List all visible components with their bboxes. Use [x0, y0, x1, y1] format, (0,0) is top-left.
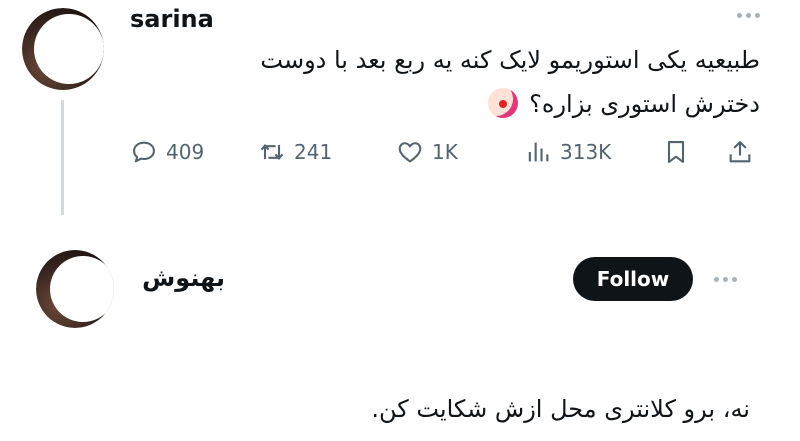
- post-username[interactable]: sarina: [130, 5, 214, 33]
- reply-count: 409: [166, 140, 205, 164]
- post-text-line2-text: دخترش استوری بزاره؟: [529, 90, 760, 118]
- views-chart-icon: [528, 142, 549, 162]
- post-actions-bar: 409 241 1K 313K: [130, 138, 758, 170]
- reply-icon: [133, 141, 155, 163]
- reply-button[interactable]: 409: [130, 138, 204, 166]
- clown-emoji-icon: [487, 88, 518, 118]
- post-text: طبیعیه یکی استوریمو لایک کنه یه ربع بعد …: [260, 38, 760, 126]
- like-button[interactable]: 1K: [396, 138, 458, 166]
- views-button[interactable]: 313K: [524, 138, 611, 166]
- bookmark-button[interactable]: [662, 138, 690, 166]
- views-count: 313K: [560, 140, 612, 164]
- bookmark-icon: [667, 141, 685, 163]
- reply-username[interactable]: بهنوش: [142, 264, 225, 292]
- share-icon: [729, 141, 751, 163]
- like-count: 1K: [432, 140, 458, 164]
- thread-line: [61, 100, 64, 215]
- reply-more-options-icon[interactable]: [714, 277, 737, 282]
- avatar[interactable]: [22, 8, 104, 90]
- follow-button[interactable]: Follow: [573, 257, 693, 301]
- repost-button[interactable]: 241: [258, 138, 332, 166]
- repost-icon: [260, 143, 284, 161]
- more-options-icon[interactable]: [737, 13, 760, 18]
- heart-icon: [398, 142, 422, 163]
- share-button[interactable]: [726, 138, 754, 166]
- post-text-line1: طبیعیه یکی استوریمو لایک کنه یه ربع بعد …: [260, 46, 760, 74]
- reply-avatar[interactable]: [36, 250, 114, 328]
- reply-text: نه، برو کلانتری محل ازش شکایت کن.: [371, 395, 750, 423]
- repost-count: 241: [294, 140, 333, 164]
- post-text-line2: دخترش استوری بزاره؟: [260, 82, 760, 126]
